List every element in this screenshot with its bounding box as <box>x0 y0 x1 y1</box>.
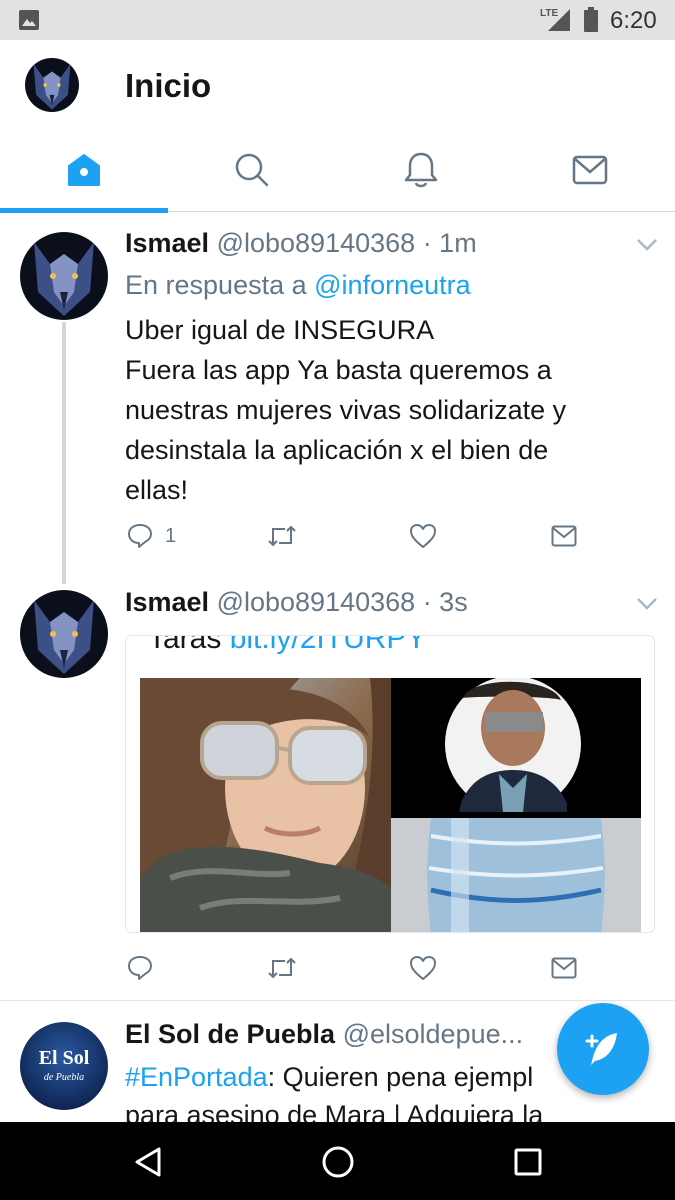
search-icon <box>235 153 269 187</box>
reply-context: En respuesta a @inforneutra <box>125 270 471 301</box>
logo-text-line2: de Puebla <box>44 1072 84 1083</box>
photo-image <box>391 818 641 932</box>
photo-image <box>140 678 391 932</box>
reply-count: 1 <box>165 524 177 547</box>
home-button[interactable] <box>320 1144 356 1180</box>
app-header: Inicio <box>0 40 675 130</box>
tweet-text-line: Fuera las app Ya basta queremos a <box>125 355 552 385</box>
home-icon <box>68 154 100 186</box>
wolf-avatar-image <box>20 590 108 678</box>
tweet-text-line: ellas! <box>125 475 189 505</box>
bell-icon <box>404 152 438 188</box>
direct-message-button[interactable] <box>551 521 577 551</box>
retweet-button[interactable] <box>267 521 297 551</box>
tweet-handle[interactable]: @lobo89140368 <box>217 587 416 617</box>
battery-icon <box>584 7 598 32</box>
clock: 6:20 <box>610 7 657 34</box>
tweet-header: Ismael @lobo89140368 · 1m <box>125 228 477 259</box>
retweet-button[interactable] <box>267 953 297 983</box>
tweet-author-name[interactable]: Ismael <box>125 228 209 258</box>
reply-icon <box>128 524 152 548</box>
home-circle-icon <box>322 1146 354 1178</box>
tweet-author-name[interactable]: El Sol de Puebla <box>125 1019 335 1049</box>
tweet-author-name[interactable]: Ismael <box>125 587 209 617</box>
heart-icon <box>410 956 436 980</box>
tweet-text-line: desinstala la aplicación x el bien de <box>125 435 549 465</box>
wolf-avatar-image <box>20 232 108 320</box>
tweet-header: El Sol de Puebla @elsoldepue... <box>125 1019 523 1050</box>
tweet-avatar[interactable] <box>20 590 108 678</box>
photo-bottle[interactable] <box>391 818 641 932</box>
mail-icon <box>551 957 577 979</box>
chevron-down-icon[interactable] <box>636 238 658 252</box>
page-title: Inicio <box>125 67 212 104</box>
tweet-body: Uber igual de INSEGURA Fuera las app Ya … <box>125 310 645 510</box>
retweet-icon <box>268 957 296 979</box>
hashtag-link[interactable]: #EnPortada <box>125 1062 268 1092</box>
profile-avatar[interactable] <box>25 58 79 112</box>
tweet-header: Ismael @lobo89140368 · 3s <box>125 587 468 618</box>
active-tab-indicator <box>0 208 168 213</box>
quoted-link[interactable]: bit.ly/2ITURPY <box>230 636 427 655</box>
tweet-time: · 3s <box>422 587 468 617</box>
chevron-down-icon[interactable] <box>636 597 658 611</box>
tab-notifications[interactable] <box>337 130 505 210</box>
system-navigation-bar <box>0 1122 675 1200</box>
photo-image <box>391 676 641 818</box>
back-button[interactable] <box>130 1144 166 1180</box>
retweet-icon <box>268 525 296 547</box>
tab-bar <box>0 130 675 213</box>
el-sol-de-puebla-logo: El Sol de Puebla <box>20 1022 108 1110</box>
heart-icon <box>410 524 436 548</box>
compose-tweet-button[interactable] <box>557 1003 649 1095</box>
tab-home[interactable] <box>0 130 168 210</box>
reply-prefix: En respuesta a <box>125 270 307 300</box>
quoted-text-prefix: Taras <box>148 635 222 655</box>
mail-icon <box>551 525 577 547</box>
tab-messages[interactable] <box>506 130 674 210</box>
reply-mention-link[interactable]: @inforneutra <box>314 270 471 300</box>
mail-icon <box>572 155 608 185</box>
image-notification-icon <box>19 10 39 30</box>
reply-icon <box>128 956 152 980</box>
recents-square-icon <box>514 1148 542 1176</box>
photo-woman-sunglasses[interactable] <box>140 678 391 932</box>
tweet-text-segment: : Quieren pena ejempl <box>267 1062 534 1092</box>
like-button[interactable] <box>409 953 437 983</box>
tweet-text-line: nuestras mujeres vivas solidarizate y <box>125 395 567 425</box>
signal-icon <box>548 9 570 31</box>
back-triangle-icon <box>135 1147 161 1177</box>
compose-feather-icon <box>585 1033 617 1065</box>
tweet-time: · 1m <box>422 228 477 258</box>
tab-search[interactable] <box>168 130 336 210</box>
tweet-handle[interactable]: @elsoldepue... <box>343 1019 524 1049</box>
thread-connector <box>62 322 66 584</box>
recents-button[interactable] <box>510 1144 546 1180</box>
quoted-tweet-card[interactable]: Taras bit.ly/2ITURPY <box>125 635 655 933</box>
tweet-avatar[interactable] <box>20 232 108 320</box>
tweet-text-line: Uber igual de INSEGURA <box>125 315 435 345</box>
like-button[interactable] <box>409 521 437 551</box>
quoted-tweet-text: Taras bit.ly/2ITURPY <box>148 635 427 656</box>
wolf-avatar-image <box>25 58 79 112</box>
tweet-handle[interactable]: @lobo89140368 <box>217 228 416 258</box>
tweet-avatar[interactable]: El Sol de Puebla <box>20 1022 108 1110</box>
reply-button[interactable]: 1 <box>127 521 176 551</box>
reply-button[interactable] <box>127 953 153 983</box>
photo-suspect[interactable] <box>391 676 641 818</box>
tweet-text-line: #EnPortada: Quieren pena ejempl <box>125 1058 543 1096</box>
tweet-divider <box>0 1000 675 1001</box>
logo-text-line1: El Sol <box>39 1047 90 1069</box>
direct-message-button[interactable] <box>551 953 577 983</box>
status-bar: LTE 6:20 <box>0 0 675 40</box>
